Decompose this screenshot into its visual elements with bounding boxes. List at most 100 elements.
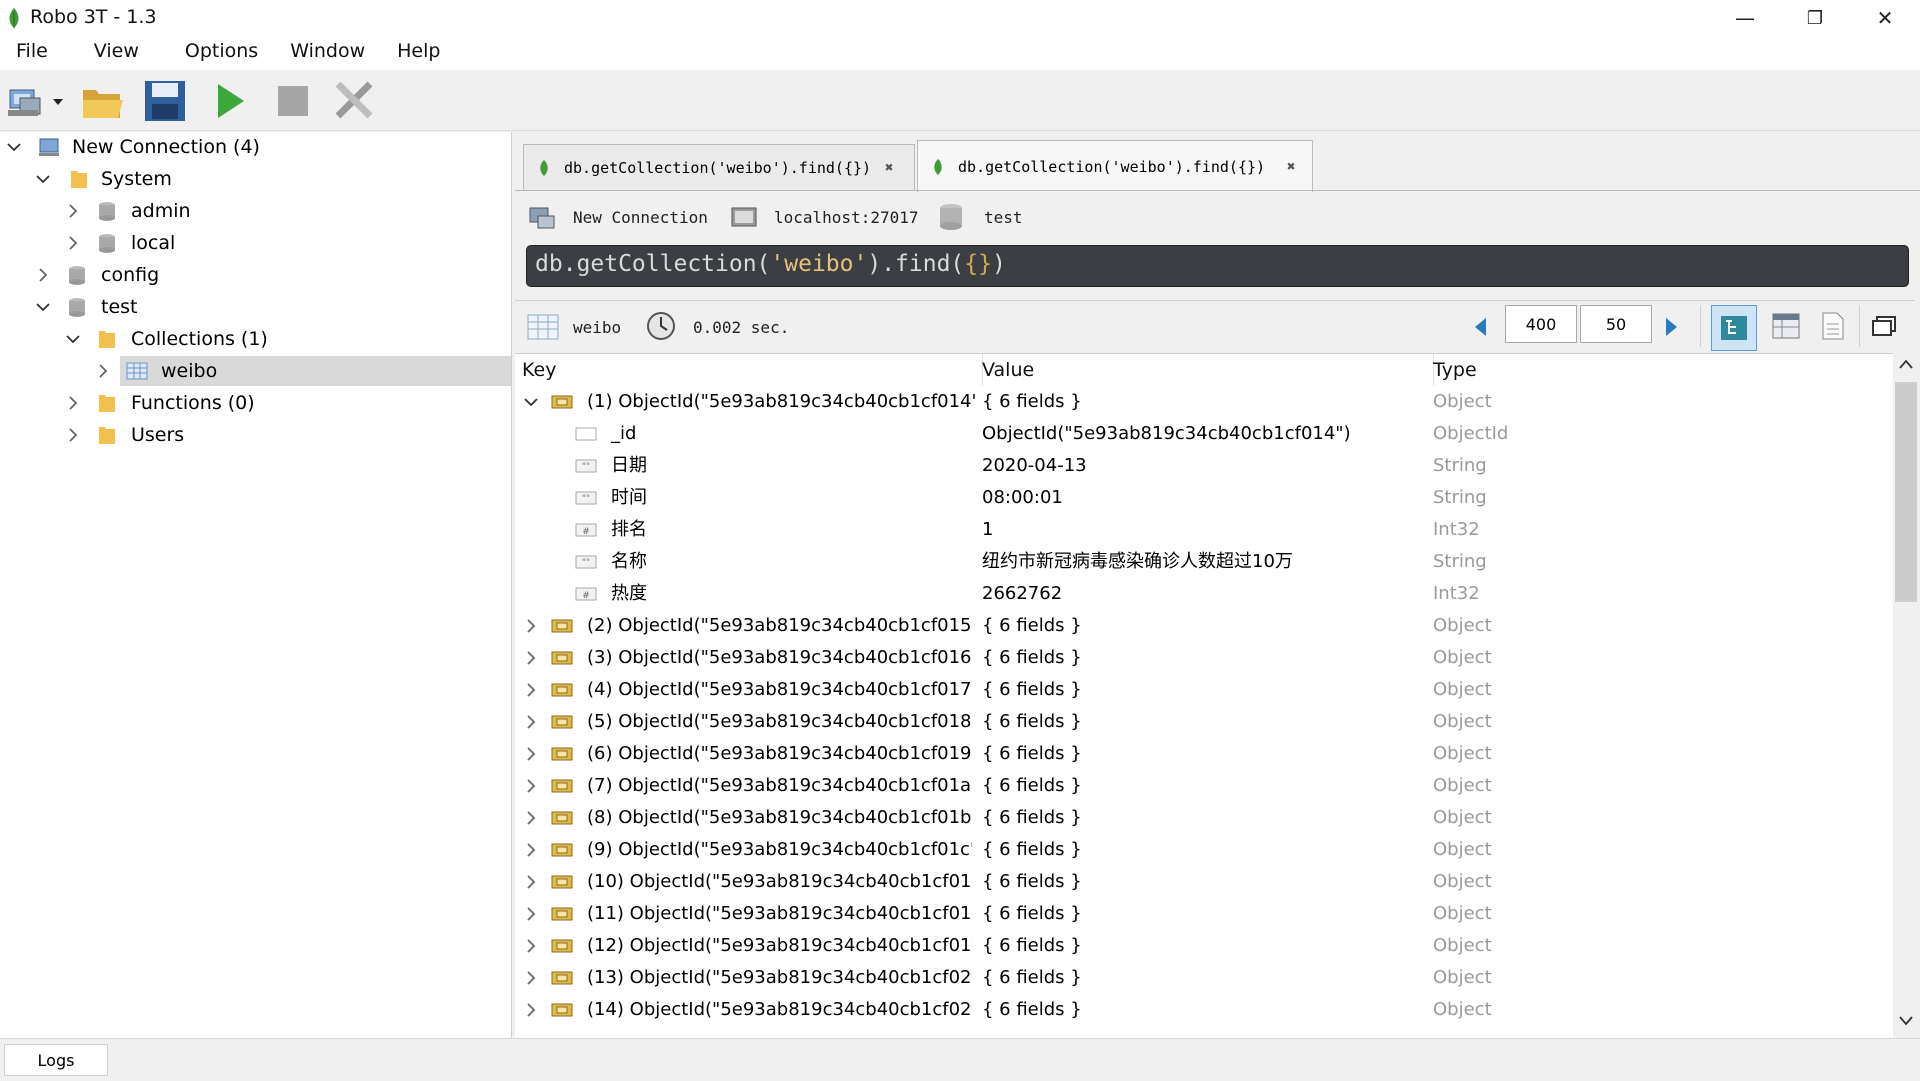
previous-page-icon[interactable] xyxy=(1473,317,1487,337)
query-time: 0.002 sec. xyxy=(693,318,790,337)
cell-key: (10) ObjectId("5e93ab819c34cb40cb1cf01..… xyxy=(587,871,972,892)
tree-item-collections[interactable]: Collections (1) xyxy=(0,324,511,354)
next-page-icon[interactable] xyxy=(1665,317,1679,337)
text-view-icon[interactable] xyxy=(1821,311,1845,341)
table-row[interactable]: (13) ObjectId("5e93ab819c34cb40cb1cf02..… xyxy=(515,962,1893,994)
close-tab-icon[interactable]: ✖ xyxy=(1287,159,1295,175)
tree-item-admin[interactable]: admin xyxy=(0,196,511,226)
maximize-results-icon[interactable] xyxy=(1871,315,1897,337)
chevron-right-icon[interactable] xyxy=(96,364,110,378)
chevron-right-icon[interactable] xyxy=(526,747,536,761)
tab-divider xyxy=(515,190,1920,191)
chevron-down-icon[interactable] xyxy=(36,300,50,314)
field-row[interactable]: # 热度 2662762 Int32 xyxy=(515,578,1893,610)
tree-item-users[interactable]: Users xyxy=(0,420,511,450)
field-row[interactable]: "" 名称 纽约市新冠病毒感染确诊人数超过10万 String xyxy=(515,546,1893,578)
table-row[interactable]: (14) ObjectId("5e93ab819c34cb40cb1cf02..… xyxy=(515,994,1893,1026)
skip-input[interactable]: 400 xyxy=(1505,305,1577,343)
chevron-down-icon[interactable] xyxy=(52,98,64,106)
stop-icon[interactable] xyxy=(270,78,316,124)
chevron-right-icon[interactable] xyxy=(526,651,536,665)
tree-item-system[interactable]: System xyxy=(0,164,511,194)
logs-tab[interactable]: Logs xyxy=(4,1044,108,1076)
tree-label: weibo xyxy=(161,360,218,382)
menu-help[interactable]: Help xyxy=(381,36,456,70)
folder-icon xyxy=(99,331,115,348)
scroll-down-icon[interactable] xyxy=(1899,1016,1913,1026)
chevron-right-icon[interactable] xyxy=(526,715,536,729)
open-folder-icon[interactable] xyxy=(80,78,126,124)
table-row[interactable]: (1) ObjectId("5e93ab819c34cb40cb1cf014")… xyxy=(515,386,1893,418)
tab-query-1[interactable]: db.getCollection('weibo').find({}) ✖ xyxy=(523,144,915,191)
chevron-right-icon[interactable] xyxy=(36,268,50,282)
chevron-right-icon[interactable] xyxy=(66,396,80,410)
connection-name: New Connection xyxy=(573,208,708,227)
column-header-type[interactable]: Type xyxy=(1426,354,1893,386)
cell-value: { 6 fields } xyxy=(982,647,1082,668)
scroll-up-icon[interactable] xyxy=(1899,359,1913,369)
chevron-right-icon[interactable] xyxy=(66,204,80,218)
chevron-down-icon[interactable] xyxy=(7,140,21,154)
tree-item-config[interactable]: config xyxy=(0,260,511,290)
column-header-value[interactable]: Value xyxy=(975,354,1434,386)
chevron-right-icon[interactable] xyxy=(526,779,536,793)
table-view-icon[interactable] xyxy=(1772,313,1800,339)
tree-view-button[interactable] xyxy=(1711,305,1757,351)
tree-item-test[interactable]: test xyxy=(0,292,511,322)
close-button[interactable]: ✕ xyxy=(1850,0,1920,36)
query-editor[interactable]: db.getCollection('weibo').find({}) xyxy=(526,245,1909,287)
close-tab-icon[interactable]: ✖ xyxy=(885,160,893,176)
field-row[interactable]: # 排名 1 Int32 xyxy=(515,514,1893,546)
tree-label: test xyxy=(101,296,138,318)
tree-item-weibo[interactable]: weibo xyxy=(0,356,511,386)
table-row[interactable]: (8) ObjectId("5e93ab819c34cb40cb1cf01b")… xyxy=(515,802,1893,834)
chevron-right-icon[interactable] xyxy=(66,236,80,250)
table-row[interactable]: (4) ObjectId("5e93ab819c34cb40cb1cf017")… xyxy=(515,674,1893,706)
chevron-right-icon[interactable] xyxy=(526,843,536,857)
minimize-button[interactable]: — xyxy=(1710,0,1780,36)
menu-file[interactable]: File xyxy=(0,36,64,70)
field-row[interactable]: "" 时间 08:00:01 String xyxy=(515,482,1893,514)
table-row[interactable]: (7) ObjectId("5e93ab819c34cb40cb1cf01a")… xyxy=(515,770,1893,802)
chevron-right-icon[interactable] xyxy=(526,619,536,633)
menu-options[interactable]: Options xyxy=(155,36,274,70)
chevron-down-icon[interactable] xyxy=(66,332,80,346)
chevron-right-icon[interactable] xyxy=(526,875,536,889)
column-header-key[interactable]: Key xyxy=(515,354,983,386)
connect-icon[interactable] xyxy=(6,78,52,124)
chevron-right-icon[interactable] xyxy=(526,811,536,825)
limit-input[interactable]: 50 xyxy=(1580,305,1652,343)
menu-window[interactable]: Window xyxy=(274,36,381,70)
tree-item-local[interactable]: local xyxy=(0,228,511,258)
chevron-down-icon[interactable] xyxy=(36,172,50,186)
tools-icon[interactable] xyxy=(332,78,378,124)
document-icon xyxy=(551,971,573,985)
tree-item-connection[interactable]: New Connection (4) xyxy=(0,132,511,162)
table-row[interactable]: (9) ObjectId("5e93ab819c34cb40cb1cf01c")… xyxy=(515,834,1893,866)
field-row[interactable]: _id ObjectId("5e93ab819c34cb40cb1cf014") O… xyxy=(515,418,1893,450)
table-row[interactable]: (6) ObjectId("5e93ab819c34cb40cb1cf019")… xyxy=(515,738,1893,770)
table-row[interactable]: (10) ObjectId("5e93ab819c34cb40cb1cf01..… xyxy=(515,866,1893,898)
table-row[interactable]: (12) ObjectId("5e93ab819c34cb40cb1cf01f"… xyxy=(515,930,1893,962)
chevron-right-icon[interactable] xyxy=(526,939,536,953)
chevron-down-icon[interactable] xyxy=(524,396,538,408)
execute-icon[interactable] xyxy=(206,78,252,124)
save-icon[interactable] xyxy=(142,78,188,124)
field-row[interactable]: "" 日期 2020-04-13 String xyxy=(515,450,1893,482)
table-row[interactable]: (5) ObjectId("5e93ab819c34cb40cb1cf018")… xyxy=(515,706,1893,738)
tree-item-functions[interactable]: Functions (0) xyxy=(0,388,511,418)
cell-type: String xyxy=(1433,487,1487,508)
chevron-right-icon[interactable] xyxy=(66,428,80,442)
scrollbar-thumb[interactable] xyxy=(1895,382,1917,602)
tab-query-2[interactable]: db.getCollection('weibo').find({}) ✖ xyxy=(917,140,1313,192)
table-row[interactable]: (11) ObjectId("5e93ab819c34cb40cb1cf01..… xyxy=(515,898,1893,930)
table-row[interactable]: (3) ObjectId("5e93ab819c34cb40cb1cf016")… xyxy=(515,642,1893,674)
chevron-right-icon[interactable] xyxy=(526,907,536,921)
query-text[interactable]: db.getCollection('weibo').find({}) xyxy=(535,251,1006,277)
menu-view[interactable]: View xyxy=(64,36,155,70)
chevron-right-icon[interactable] xyxy=(526,1003,536,1017)
table-row[interactable]: (2) ObjectId("5e93ab819c34cb40cb1cf015")… xyxy=(515,610,1893,642)
maximize-button[interactable]: ❐ xyxy=(1780,0,1850,36)
chevron-right-icon[interactable] xyxy=(526,683,536,697)
chevron-right-icon[interactable] xyxy=(526,971,536,985)
